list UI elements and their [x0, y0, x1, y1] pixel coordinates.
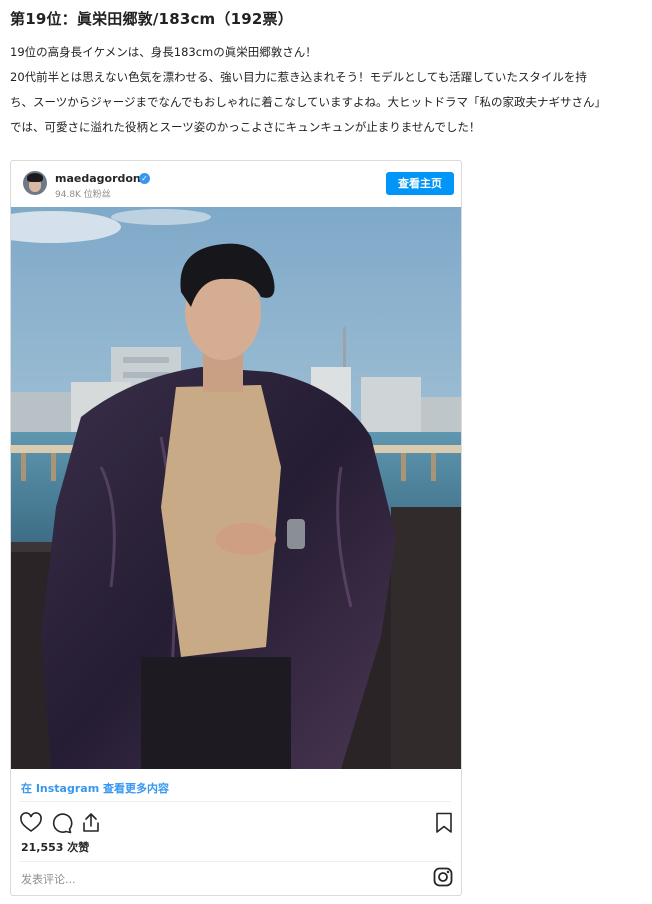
- username-link[interactable]: maedagordon: [55, 172, 141, 185]
- verified-badge-icon: ✓: [139, 173, 150, 184]
- section-heading: 第19位：眞栄田郷敦/183cm（192票）: [10, 10, 293, 28]
- article-body: 19位の高身長イケメンは、身長183cmの眞栄田郷敦さん！ 20代前半とは思えな…: [10, 40, 642, 140]
- article-line: 19位の高身長イケメンは、身長183cmの眞栄田郷敦さん！: [10, 45, 317, 59]
- comment-input[interactable]: 发表评论...: [21, 871, 76, 887]
- post-photo[interactable]: [11, 207, 461, 769]
- follower-count: 94.8K 位粉丝: [55, 190, 111, 200]
- bookmark-icon[interactable]: [432, 811, 456, 835]
- instagram-embed-card: maedagordon ✓ 94.8K 位粉丝 查看主页 在 Instagram…: [10, 160, 462, 896]
- post-header: maedagordon ✓ 94.8K 位粉丝 查看主页: [11, 161, 461, 207]
- like-count: 21,553 次赞: [21, 841, 90, 854]
- view-more-link[interactable]: 在 Instagram 查看更多内容: [21, 780, 169, 796]
- divider: [19, 801, 451, 802]
- share-icon[interactable]: [79, 811, 103, 835]
- comment-icon[interactable]: [49, 811, 73, 835]
- article-line: 20代前半とは思えない色気を漂わせる、強い目力に惹き込まれそう！モデルとしても活…: [10, 70, 587, 84]
- avatar[interactable]: [23, 171, 47, 195]
- post-actions: [11, 811, 461, 837]
- article-line: ち、スーツからジャージまでなんでもおしゃれに着こなしていますよね。大ヒットドラマ…: [10, 95, 607, 109]
- divider: [19, 861, 451, 862]
- article-line: では、可愛さに溢れた役柄とスーツ姿のかっこよさにキュンキュンが止まりませんでした…: [10, 120, 481, 134]
- view-profile-button[interactable]: 查看主页: [386, 172, 454, 195]
- heart-icon[interactable]: [19, 811, 43, 835]
- instagram-logo-icon[interactable]: [433, 867, 453, 887]
